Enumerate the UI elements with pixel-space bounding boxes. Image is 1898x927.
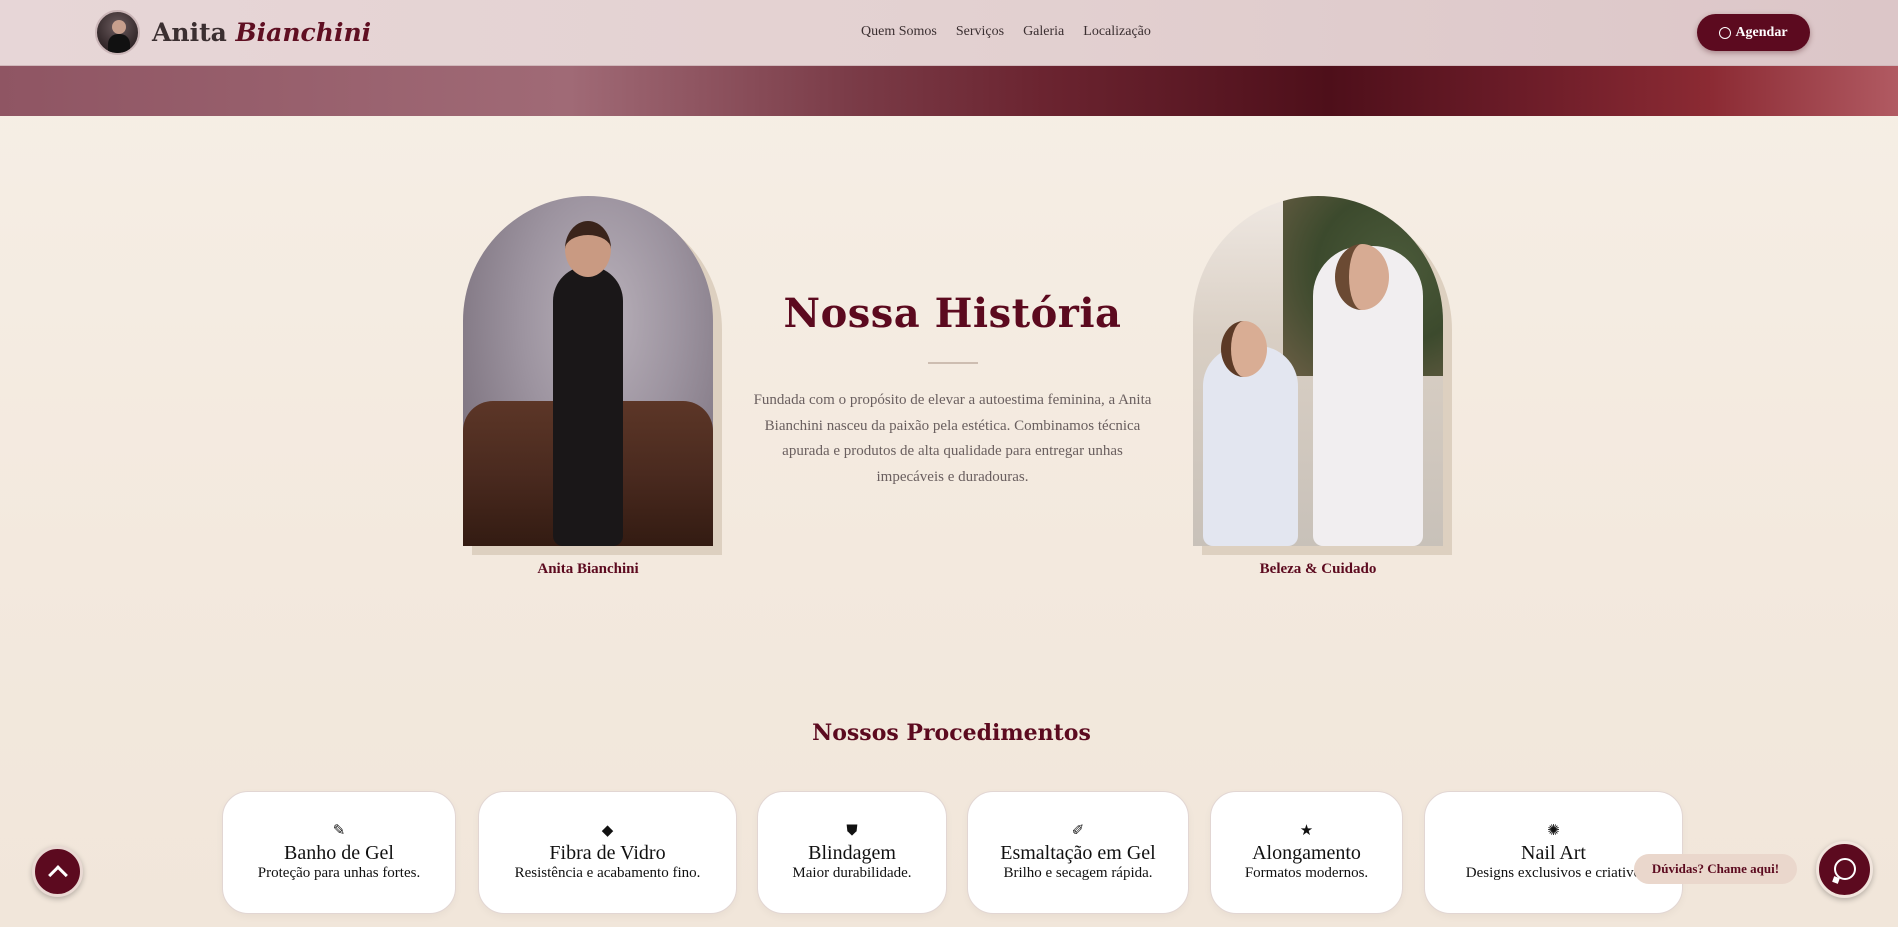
title-divider [928,362,978,364]
procedure-card[interactable]: ★ Alongamento Formatos modernos. [1210,791,1403,914]
brand-first-name: Anita [152,18,227,47]
hero-banner-strip [0,66,1898,116]
shield-icon: ⛊ [846,821,858,839]
site-header: Anita Bianchini Quem Somos Serviços Gale… [0,0,1898,66]
procedures-title: Nossos Procedimentos [812,720,1091,746]
avatar [95,10,140,55]
chat-prompt-label[interactable]: Dúvidas? Chame aqui! [1634,854,1797,884]
nav-item-galeria[interactable]: Galeria [1023,24,1064,40]
procedure-title: Blindagem [808,842,896,864]
agendar-label: Agendar [1735,24,1788,40]
gem-icon: ◆ [601,821,614,839]
procedure-desc: Formatos modernos. [1244,865,1369,881]
procedure-desc: Proteção para unhas fortes. [257,865,421,881]
photo-caption-anita: Anita Bianchini [537,561,639,577]
procedure-card[interactable]: ✎ Banho de Gel Proteção para unhas forte… [222,791,456,914]
photo-anita [463,196,713,546]
figure-girl-head [1221,321,1267,377]
whatsapp-icon [1719,26,1732,39]
procedure-title: Fibra de Vidro [549,842,666,864]
agendar-button[interactable]: Agendar [1697,14,1810,51]
procedure-title: Banho de Gel [284,842,394,864]
nav-item-servicos[interactable]: Serviços [956,24,1004,40]
nav-item-quem-somos[interactable]: Quem Somos [861,24,937,40]
story-title: Nossa História [783,290,1122,337]
figure-girl [1203,346,1298,546]
photo-caption-beleza: Beleza & Cuidado [1259,561,1377,577]
palette-icon: ✺ [1547,821,1560,839]
star-icon: ★ [1299,821,1314,839]
procedure-title: Alongamento [1252,842,1361,864]
whatsapp-icon-tail [1832,876,1840,884]
scroll-to-top-button[interactable] [32,846,83,897]
procedure-card[interactable]: ◆ Fibra de Vidro Resistência e acabament… [478,791,737,914]
chevron-up-icon [48,865,68,885]
photo-beleza-cuidado [1193,196,1443,546]
story-text: Fundada com o propósito de elevar a auto… [753,392,1152,485]
whatsapp-chat-button[interactable] [1816,841,1873,898]
procedure-card[interactable]: ✐ Esmaltação em Gel Brilho e secagem ráp… [967,791,1189,914]
nav-item-localizacao[interactable]: Localização [1083,24,1151,40]
procedure-desc: Maior durabilidade. [792,865,912,881]
procedure-title: Esmaltação em Gel [1000,842,1156,864]
procedure-card[interactable]: ✺ Nail Art Designs exclusivos e criativo [1424,791,1683,914]
figure-head [565,221,611,277]
brand-name: Anita Bianchini [152,18,371,47]
figure-body [553,266,623,546]
procedure-desc: Resistência e acabamento fino. [514,865,701,881]
procedure-card[interactable]: ⛊ Blindagem Maior durabilidade. [757,791,947,914]
brand-last-name: Bianchini [235,18,372,47]
figure-mother-head [1335,244,1389,310]
main-nav: Quem Somos Serviços Galeria Localização [861,24,1151,40]
brand-logo[interactable]: Anita Bianchini [95,10,371,55]
brush-icon: ✎ [332,821,346,839]
paintbrush-icon: ✐ [1071,821,1085,839]
procedure-desc: Brilho e secagem rápida. [1003,865,1153,881]
